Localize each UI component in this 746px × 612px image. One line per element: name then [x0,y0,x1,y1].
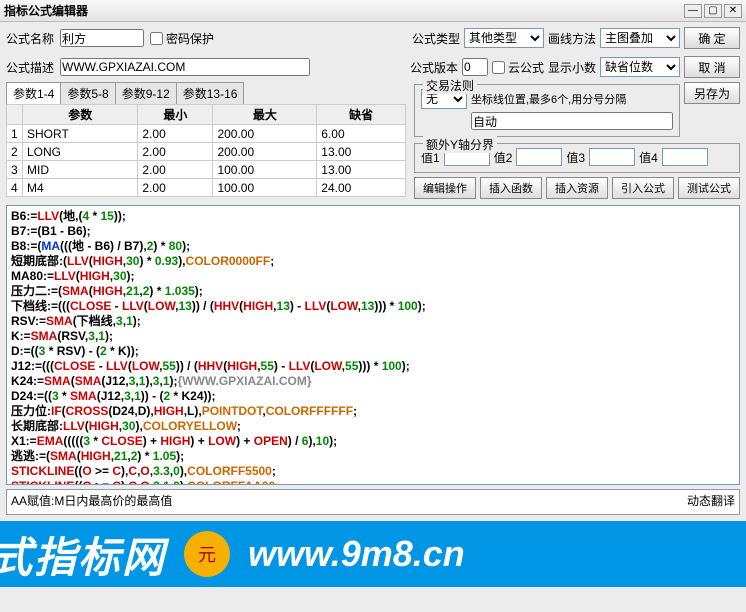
insert-res-button[interactable]: 插入资源 [546,177,608,199]
label-desc: 公式描述 [6,59,54,76]
type-select[interactable]: 其他类型 [464,28,544,48]
label-decimals: 显示小数 [548,59,596,76]
saveas-button[interactable]: 另存为 [684,82,740,104]
tab-params-9-12[interactable]: 参数9-12 [115,82,177,104]
param-panel: 参数1-4 参数5-8 参数9-12 参数13-16 参数最小最大缺省 1SHO… [6,82,406,199]
auto-input[interactable] [471,112,673,130]
version-input[interactable] [462,58,488,76]
draw-select[interactable]: 主图叠加 [600,28,680,48]
trade-rule-group: 交易法则 无 坐标线位置,最多6个,用分号分隔 [414,84,680,137]
hint-box: AA赋值:M日内最高价的最高值 动态翻译 [6,489,740,515]
table-row[interactable]: 4M42.00100.0024.00 [7,179,406,197]
table-row[interactable]: 1SHORT2.00200.006.00 [7,125,406,143]
val3-label: 值3 [566,149,585,166]
table-row[interactable]: 2LONG2.00200.0013.00 [7,143,406,161]
val3-input[interactable] [589,148,635,166]
tab-params-13-16[interactable]: 参数13-16 [176,82,245,104]
table-row[interactable]: 3MID2.00100.0013.00 [7,161,406,179]
cancel-button[interactable]: 取 消 [684,56,740,78]
close-icon[interactable]: ✕ [724,4,742,18]
banner-left: 式指标网 [0,524,166,585]
insert-fn-button[interactable]: 插入函数 [480,177,542,199]
label-draw: 画线方法 [548,30,596,47]
label-version: 公式版本 [410,59,458,76]
extra-y-group: 额外Y轴分界 值1 值2 值3 值4 [414,143,740,173]
name-input[interactable] [60,29,144,47]
watermark-banner: 式指标网 元 www.9m8.cn [0,521,746,587]
cloud-checkbox[interactable]: 云公式 [492,59,544,76]
import-formula-button[interactable]: 引入公式 [612,177,674,199]
password-checkbox[interactable]: 密码保护 [150,30,214,47]
titlebar: 指标公式编辑器 — ▢ ✕ [0,0,746,22]
hint-text: AA赋值:M日内最高价的最高值 [11,492,687,512]
coord-hint: 坐标线位置,最多6个,用分号分隔 [471,91,626,107]
minimize-icon[interactable]: — [684,4,702,18]
row-name: 公式名称 密码保护 公式类型 其他类型 画线方法 主图叠加 确 定 [0,22,746,51]
code-editor[interactable]: B6:=LLV(地,(4 * 15));B7:=(B1 - B6);B8:=(M… [6,205,740,485]
edit-op-button[interactable]: 编辑操作 [414,177,476,199]
desc-input[interactable] [60,58,310,76]
badge-icon: 元 [184,531,230,577]
param-tabs: 参数1-4 参数5-8 参数9-12 参数13-16 [6,82,406,104]
hint-right: 动态翻译 [687,492,735,512]
decimals-select[interactable]: 缺省位数 [600,57,680,77]
tab-params-5-8[interactable]: 参数5-8 [60,82,115,104]
label-type: 公式类型 [412,30,460,47]
test-formula-button[interactable]: 测试公式 [678,177,740,199]
val4-input[interactable] [662,148,708,166]
ok-button[interactable]: 确 定 [684,27,740,49]
param-table[interactable]: 参数最小最大缺省 1SHORT2.00200.006.002LONG2.0020… [6,104,406,197]
val2-input[interactable] [516,148,562,166]
tab-params-1-4[interactable]: 参数1-4 [6,82,61,104]
window-title: 指标公式编辑器 [4,2,682,19]
row-desc: 公式描述 公式版本 云公式 显示小数 缺省位数 取 消 [0,51,746,80]
maximize-icon[interactable]: ▢ [704,4,722,18]
label-name: 公式名称 [6,30,54,47]
banner-right: www.9m8.cn [248,533,465,575]
val4-label: 值4 [639,149,658,166]
